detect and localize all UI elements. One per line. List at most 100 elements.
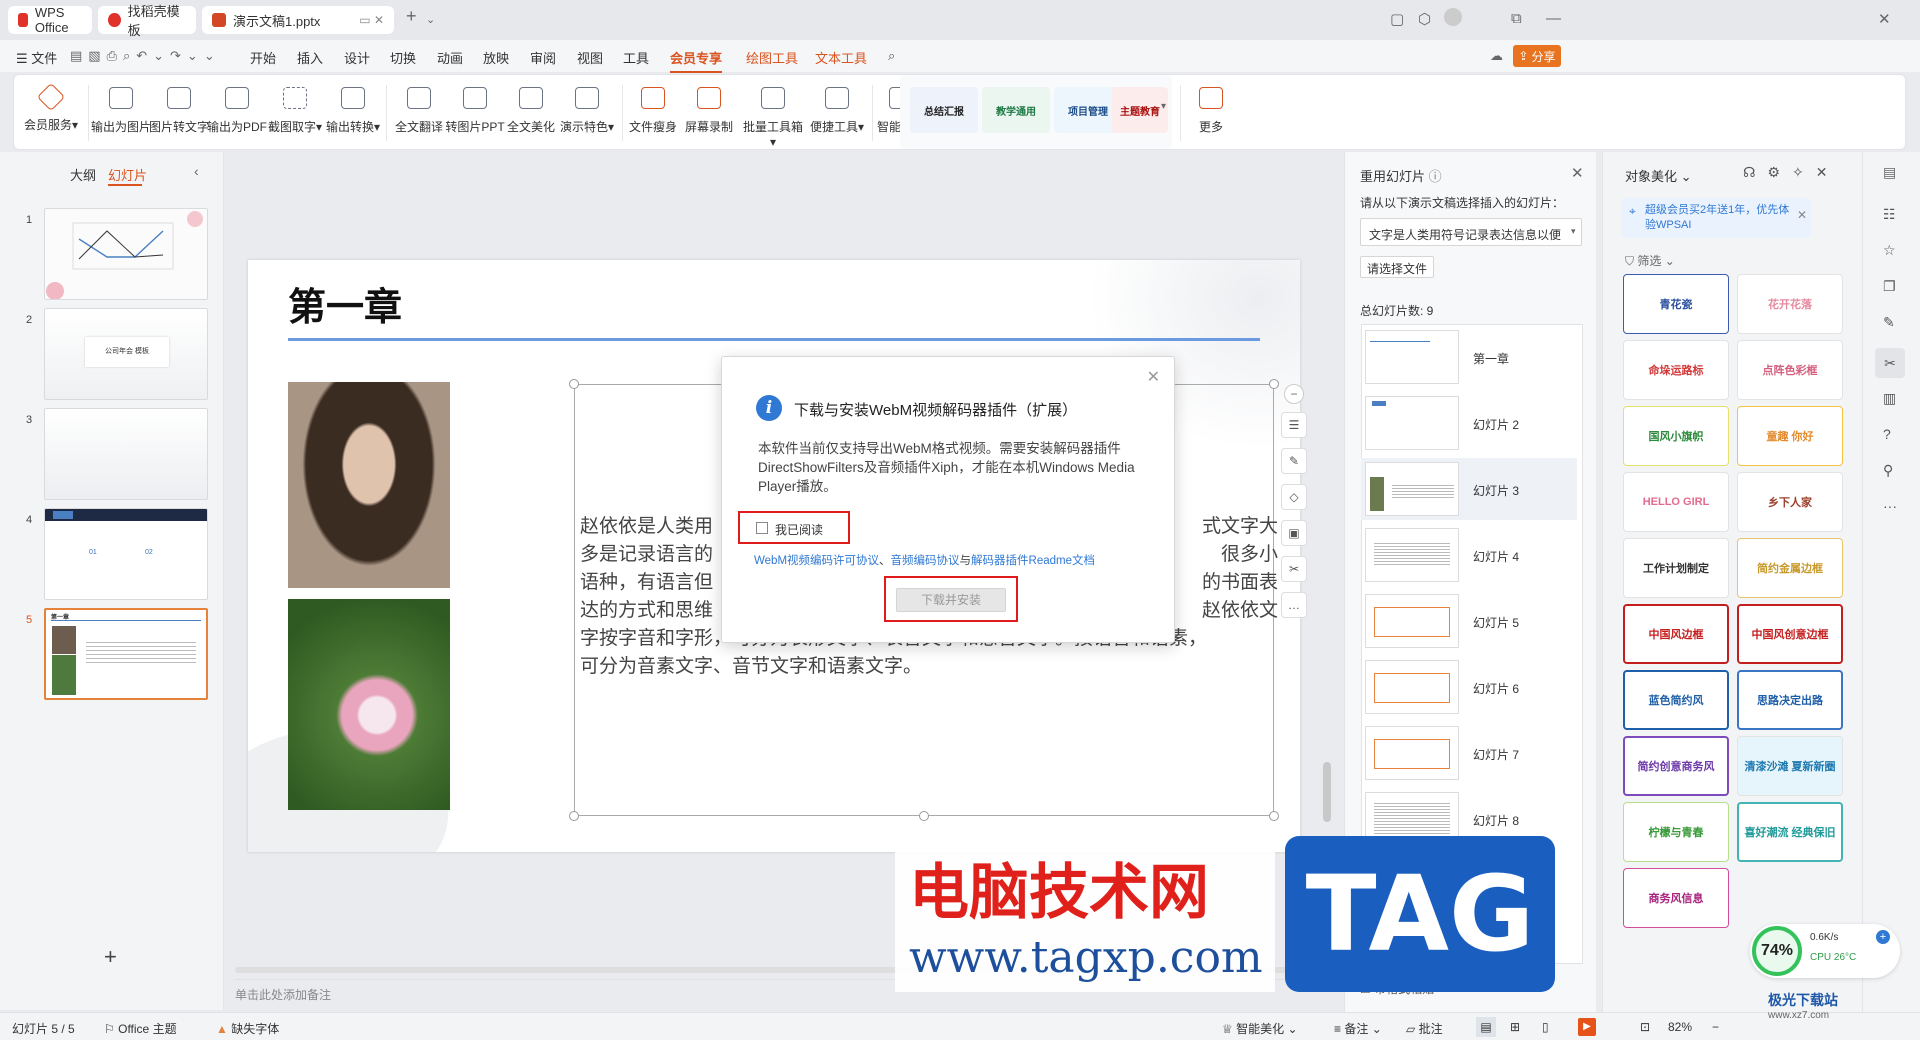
smart-beautify-button[interactable]: ♕ 智能美化 ⌄ <box>1222 1020 1298 1037</box>
cloud-icon[interactable]: ☁ <box>1490 48 1503 64</box>
normal-view-icon[interactable]: ▤ <box>1476 1017 1496 1037</box>
sliders-icon[interactable]: ☷ <box>1883 206 1896 223</box>
edit-pen-icon[interactable]: ✎ <box>1281 448 1307 474</box>
tile-beach[interactable]: 清漆沙滩 夏新新圈 <box>1737 736 1843 796</box>
share-button[interactable]: ⇪ 分享 <box>1513 45 1561 67</box>
slide-thumbnail-2[interactable]: 公司年会 模板 <box>44 308 208 400</box>
batch-toolbox-button[interactable]: 批量工具箱▾ <box>740 87 806 149</box>
promo-close-icon[interactable]: ✕ <box>1797 208 1807 222</box>
menu-view[interactable]: 视图 <box>577 48 603 67</box>
more-button[interactable]: 更多 <box>1178 87 1244 135</box>
filter-button[interactable]: ⛉ 筛选 ⌄ <box>1625 252 1675 269</box>
reuse-slide-item-5[interactable]: 幻灯片 5 <box>1361 590 1577 652</box>
tile-hellogirl[interactable]: HELLO GIRL <box>1623 472 1729 532</box>
menu-start[interactable]: 开始 <box>250 48 276 67</box>
collapse-toolbar-icon[interactable]: − <box>1284 384 1304 404</box>
missing-font-indicator[interactable]: ▲ 缺失字体 <box>216 1020 279 1037</box>
slide-body-right[interactable]: 式文字大 很多小 的书面表 赵依依文 <box>1178 512 1278 624</box>
menu-vip[interactable]: 会员专享 <box>670 48 723 73</box>
theme-indicator[interactable]: ⚐ Office 主题 <box>104 1020 177 1037</box>
tile-lemon[interactable]: 柠檬与青春 <box>1623 802 1729 862</box>
download-install-button[interactable]: 下载并安装 <box>896 588 1006 612</box>
slide-thumbnail-5[interactable]: 第一章 <box>44 608 208 700</box>
new-tab-plus-icon[interactable]: + <box>406 6 417 27</box>
menu-insert[interactable]: 插入 <box>297 48 323 67</box>
screenshot-ocr-button[interactable]: 截图取字▾ <box>262 87 328 135</box>
tile-dotframe[interactable]: 点阵色彩框 <box>1737 340 1843 400</box>
search-icon[interactable]: ⌕ <box>888 48 895 64</box>
menu-animation[interactable]: 动画 <box>437 48 463 67</box>
tile-qinghuaci[interactable]: 青花瓷 <box>1623 274 1729 334</box>
zoom-level[interactable]: 82% <box>1668 1020 1692 1034</box>
reading-view-icon[interactable]: ▯ <box>1542 1020 1549 1034</box>
slide-thumbnail-1[interactable] <box>44 208 208 300</box>
readme-link[interactable]: 解码器插件Readme文档 <box>971 555 1095 567</box>
lotus-image[interactable] <box>288 599 450 810</box>
menu-drawing-tools[interactable]: 绘图工具 <box>746 48 798 67</box>
tab-outline[interactable]: 大纲 <box>70 165 96 184</box>
tile-tongqu[interactable]: 童趣 你好 <box>1737 406 1843 466</box>
export-pdf-button[interactable]: 输出为PDF <box>204 87 270 135</box>
reuse-slide-item-4[interactable]: 幻灯片 4 <box>1361 524 1577 586</box>
reuse-slide-item-2[interactable]: 幻灯片 2 <box>1361 392 1577 454</box>
template-summary[interactable]: 总结汇报 <box>910 87 978 133</box>
menu-text-tools[interactable]: 文本工具 <box>815 48 867 67</box>
tab-close-icon[interactable]: ▭ ✕ <box>359 13 384 27</box>
pin-tool-icon[interactable]: ⚲ <box>1883 462 1893 479</box>
tab-presentation[interactable]: 演示文稿1.pptx ▭ ✕ <box>202 6 394 34</box>
promo-banner[interactable]: ⌖ 超级会员买2年送1年，优先体验WPSAI ✕ <box>1621 198 1811 238</box>
output-convert-button[interactable]: 输出转换▾ <box>320 87 386 135</box>
minimize-restore-icon[interactable]: ⧉ <box>1511 10 1522 27</box>
export-image-button[interactable]: 输出为图片 <box>88 87 154 135</box>
template-theme-edu[interactable]: 主题教育 <box>1112 87 1168 133</box>
portrait-image[interactable] <box>288 382 450 588</box>
tile-countryside[interactable]: 乡下人家 <box>1737 472 1843 532</box>
help-icon[interactable]: ⓘ <box>1429 169 1442 184</box>
tab-docer-templates[interactable]: 找稻壳模板 <box>98 4 196 38</box>
menu-slideshow[interactable]: 放映 <box>483 48 509 67</box>
reuse-slide-item-6[interactable]: 幻灯片 6 <box>1361 656 1577 718</box>
tile-huakai[interactable]: 花开花落 <box>1737 274 1843 334</box>
slide-thumbnail-3[interactable] <box>44 408 208 500</box>
beautify-header-icons[interactable]: ☊⚙✧✕ <box>1743 164 1839 181</box>
quick-access-toolbar[interactable]: ▤▧⎙⌕↶⌄↷⌄⌄ <box>70 48 221 64</box>
reuse-slide-item-7[interactable]: 幻灯片 7 <box>1361 722 1577 784</box>
presentation-dropdown[interactable]: 文字是人类用符号记录表达信息以便 <box>1360 218 1582 246</box>
agree-checkbox[interactable] <box>756 522 768 534</box>
frame-icon[interactable]: ▣ <box>1281 520 1307 546</box>
star-icon[interactable]: ☆ <box>1883 242 1896 259</box>
copy-icon[interactable]: ❐ <box>1883 278 1896 295</box>
close-window-icon[interactable]: ✕ <box>1878 10 1891 28</box>
resize-handle[interactable] <box>1269 379 1279 389</box>
tile-flag[interactable]: 国风小旗帜 <box>1623 406 1729 466</box>
zoom-out-icon[interactable]: − <box>1712 1020 1719 1034</box>
template-teaching[interactable]: 教学通用 <box>982 87 1050 133</box>
screen-record-button[interactable]: 屏幕录制 <box>676 87 742 135</box>
tab-wps-office[interactable]: WPS Office <box>8 5 92 35</box>
performance-widget[interactable]: 74% 0.6K/s CPU 26°C + <box>1750 924 1900 978</box>
fill-icon[interactable]: ◇ <box>1281 484 1307 510</box>
window-layout-icon[interactable]: ▢ <box>1390 10 1404 28</box>
layers-icon[interactable]: ☰ <box>1281 412 1307 438</box>
tile-blue-simple[interactable]: 蓝色简约风 <box>1623 670 1729 730</box>
resize-handle[interactable] <box>569 379 579 389</box>
collapse-panel-chevron-icon[interactable]: ‹ <box>194 163 199 179</box>
tab-list-chevron-icon[interactable]: ⌄ <box>426 13 435 26</box>
tile-thinking[interactable]: 思路决定出路 <box>1737 670 1843 730</box>
play-slideshow-icon[interactable]: ▶ <box>1578 1018 1596 1036</box>
choose-file-button[interactable]: 请选择文件 <box>1360 256 1435 278</box>
reuse-panel-close-icon[interactable]: ✕ <box>1571 164 1584 182</box>
more-options-icon[interactable]: … <box>1281 592 1307 618</box>
presentation-features-button[interactable]: 演示特色▾ <box>554 87 620 135</box>
webm-license-link[interactable]: WebM视频编码许可协议 <box>754 555 879 567</box>
comment-button[interactable]: ▱ 批注 <box>1406 1020 1443 1037</box>
menu-review[interactable]: 审阅 <box>530 48 556 67</box>
resize-handle[interactable] <box>569 811 579 821</box>
tile-business-info[interactable]: 商务风信息 <box>1623 868 1729 928</box>
edit-icon[interactable]: ✎ <box>1883 314 1895 331</box>
image-to-text-button[interactable]: 图片转文字 <box>146 87 212 135</box>
resize-handle[interactable] <box>1269 811 1279 821</box>
help-circle-icon[interactable]: ? <box>1883 426 1891 442</box>
menu-transition[interactable]: 切换 <box>390 48 416 67</box>
tile-chinese-border[interactable]: 中国风边框 <box>1623 604 1729 664</box>
